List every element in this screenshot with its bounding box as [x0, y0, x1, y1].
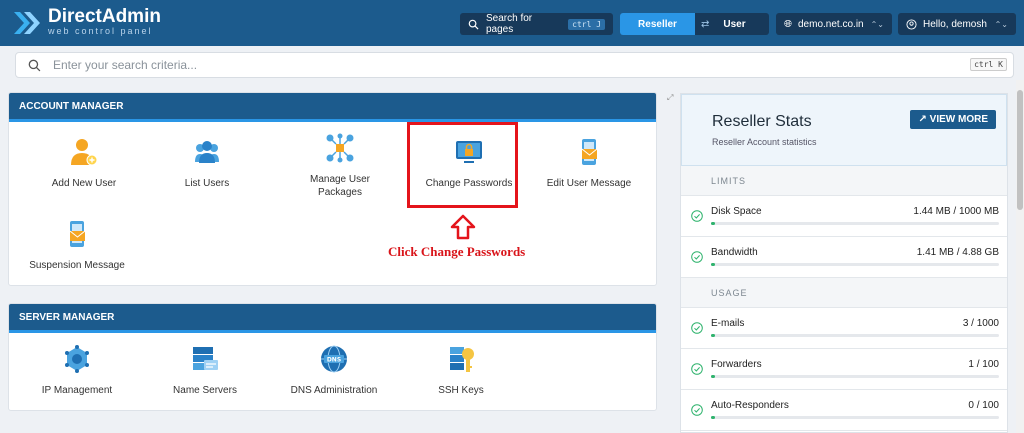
stat-value: 1 / 100: [968, 359, 999, 370]
account-manager-panel: ACCOUNT MANAGER Add New User List Users …: [8, 92, 657, 286]
logo[interactable]: DirectAdmin web control panel: [14, 6, 161, 37]
check-circle-icon: [691, 251, 703, 263]
item-label: List Users: [184, 178, 230, 189]
up-arrow-icon: [450, 214, 476, 240]
add-user-icon: [71, 139, 98, 166]
stat-progress-bar: [711, 375, 999, 378]
logo-chevron-icon: [14, 11, 40, 34]
domain-select[interactable]: 🌐︎ demo.net.co.in ⌃⌄: [776, 13, 892, 35]
server-manager-panel: SERVER MANAGER IP Management Name Server…: [8, 303, 657, 411]
stat-progress-bar: [711, 222, 999, 225]
users-group-icon: [195, 141, 219, 163]
stat-row-auto-responders: Auto-Responders 0 / 100: [681, 390, 1007, 431]
stats-header: Reseller Stats Reseller Account statisti…: [681, 94, 1007, 166]
stat-row-bandwidth: Bandwidth 1.41 MB / 4.88 GB: [681, 237, 1007, 278]
stat-name: Bandwidth: [711, 247, 758, 258]
resize-handle-icon[interactable]: ⤢: [667, 93, 673, 103]
item-label: SSH Keys: [438, 385, 484, 396]
globe-icon: 🌐︎: [784, 18, 792, 30]
role-reseller-tab[interactable]: Reseller: [620, 13, 695, 35]
stat-name: E-mails: [711, 318, 745, 329]
check-circle-icon: [691, 210, 703, 222]
list-users-link[interactable]: List Users: [140, 137, 274, 190]
search-shortcut: ctrl K: [970, 58, 1007, 71]
reseller-stats-panel: Reseller Stats Reseller Account statisti…: [680, 93, 1008, 433]
app-subtitle: web control panel: [48, 26, 153, 36]
select-chevron-icon: ⌃⌄: [994, 19, 1008, 29]
scrollbar-thumb[interactable]: [1017, 90, 1023, 210]
stat-value: 1.44 MB / 1000 MB: [913, 206, 999, 217]
panel-title: SERVER MANAGER: [9, 304, 656, 333]
view-more-button[interactable]: ↗︎ VIEW MORE: [910, 110, 996, 129]
ssh-keys-link[interactable]: SSH Keys: [394, 344, 528, 397]
network-hub-icon: [65, 345, 89, 373]
check-circle-icon: [691, 322, 703, 334]
item-label: IP Management: [41, 385, 113, 396]
dns-globe-icon: DNS: [321, 345, 347, 373]
package-network-icon: [326, 133, 354, 163]
page-search-label: Search for pages: [486, 13, 533, 35]
instruction-text: Click Change Passwords: [388, 244, 526, 259]
item-label: DNS Administration: [290, 385, 378, 396]
role-switch[interactable]: Reseller ⇄ User: [620, 13, 769, 35]
ip-management-link[interactable]: IP Management: [10, 344, 144, 397]
stat-name: Forwarders: [711, 359, 762, 370]
view-more-label: VIEW MORE: [929, 114, 988, 125]
item-label: Manage User Packages: [309, 174, 371, 198]
server-stack-icon: [193, 347, 218, 370]
item-label: Edit User Message: [546, 178, 632, 189]
mobile-message-icon: [581, 139, 598, 165]
stat-value: 1.41 MB / 4.88 GB: [916, 247, 999, 258]
manage-user-packages-link[interactable]: Manage User Packages: [273, 133, 407, 199]
panel-title: ACCOUNT MANAGER: [9, 93, 656, 122]
criteria-search[interactable]: Enter your search criteria... ctrl K: [15, 52, 1014, 78]
domain-label: demo.net.co.in: [798, 18, 864, 30]
check-circle-icon: [691, 363, 703, 375]
item-label: Name Servers: [173, 385, 237, 396]
search-icon: [28, 59, 41, 71]
stat-progress-bar: [711, 334, 999, 337]
select-chevron-icon: ⌃⌄: [870, 19, 884, 29]
user-greeting: Hello, demosh: [923, 18, 987, 30]
limits-section-label: LIMITS: [681, 166, 1007, 196]
edit-user-message-link[interactable]: Edit User Message: [522, 137, 656, 190]
page-search-shortcut: ctrl J: [568, 18, 606, 30]
mobile-message-icon: [69, 221, 86, 247]
stat-row-disk-space: Disk Space 1.44 MB / 1000 MB: [681, 196, 1007, 237]
stat-value: 0 / 100: [968, 400, 999, 411]
page-scrollbar[interactable]: [1016, 80, 1024, 433]
item-label: Add New User: [51, 178, 117, 189]
app-title: DirectAdmin: [48, 6, 161, 27]
check-circle-icon: [691, 404, 703, 416]
stat-row-forwarders: Forwarders 1 / 100: [681, 349, 1007, 390]
search-icon: [468, 19, 479, 30]
stat-name: Auto-Responders: [711, 400, 789, 411]
top-bar: DirectAdmin web control panel Search for…: [0, 0, 1024, 46]
highlight-box: [407, 122, 518, 208]
stat-progress-bar: [711, 263, 999, 266]
stat-name: Disk Space: [711, 206, 762, 217]
role-user-tab[interactable]: ⇄ User: [695, 13, 769, 35]
dns-administration-link[interactable]: DNS DNS Administration: [267, 344, 401, 397]
usage-section-label: USAGE: [681, 278, 1007, 308]
switch-arrows-icon: ⇄: [701, 18, 710, 30]
add-new-user-link[interactable]: Add New User: [17, 137, 151, 190]
key-server-icon: [450, 347, 474, 372]
external-link-icon: ↗︎: [918, 114, 927, 125]
svg-text:DNS: DNS: [327, 357, 341, 364]
page-search-button[interactable]: Search for pages ctrl J: [460, 13, 613, 35]
user-menu[interactable]: Hello, demosh ⌃⌄: [898, 13, 1016, 35]
stat-row-emails: E-mails 3 / 1000: [681, 308, 1007, 349]
search-input[interactable]: Enter your search criteria...: [53, 58, 197, 72]
item-label: Suspension Message: [29, 260, 125, 271]
stats-subtitle: Reseller Account statistics: [712, 137, 817, 147]
suspension-message-link[interactable]: Suspension Message: [10, 219, 144, 272]
user-circle-icon: [906, 18, 917, 30]
stat-value: 3 / 1000: [962, 318, 999, 329]
role-user-label: User: [723, 18, 746, 30]
stat-progress-bar: [711, 416, 999, 419]
name-servers-link[interactable]: Name Servers: [138, 344, 272, 397]
